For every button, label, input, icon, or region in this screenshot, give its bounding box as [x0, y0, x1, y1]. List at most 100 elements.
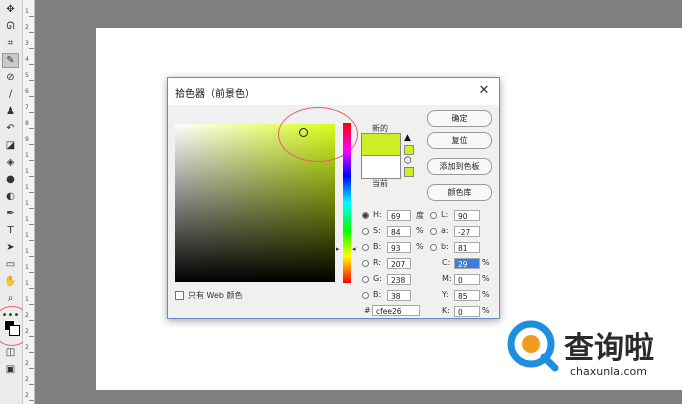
ruler-tick	[29, 240, 34, 241]
ok-button[interactable]: 确定	[427, 110, 492, 127]
ruler-number: 5	[25, 72, 29, 79]
blur-icon[interactable]: ●	[2, 172, 19, 187]
radio-b[interactable]	[362, 244, 369, 251]
y-input[interactable]: 85	[454, 290, 480, 301]
watermark-text: 查询啦	[564, 331, 654, 366]
radio-lab-b[interactable]	[430, 244, 437, 251]
r-input[interactable]: 207	[387, 258, 411, 269]
b-input[interactable]: 93	[387, 242, 411, 253]
h-unit: 度	[416, 211, 424, 220]
web-safe-icon[interactable]: ⬡	[404, 156, 412, 166]
eyedropper-icon[interactable]: ✎	[2, 53, 19, 68]
bucket-icon[interactable]: ◈	[2, 155, 19, 170]
move-icon[interactable]: ✥	[2, 2, 19, 17]
k-label: K:	[442, 306, 450, 315]
ruler-tick	[29, 80, 34, 81]
r-label: R:	[373, 258, 382, 267]
dialog-title: 拾色器（前景色）	[175, 89, 255, 100]
type-icon[interactable]: T	[2, 223, 19, 238]
ruler-tick	[29, 176, 34, 177]
ruler-tick	[29, 16, 34, 17]
web-safe-swatch[interactable]	[404, 167, 414, 177]
chaxunla-logo-icon	[507, 320, 559, 372]
gamut-swatch[interactable]	[404, 145, 414, 155]
zoom-icon[interactable]: ⌕	[2, 291, 19, 306]
radio-l[interactable]	[430, 212, 437, 219]
g-label: G:	[373, 274, 382, 283]
web-only-checkbox[interactable]	[175, 291, 184, 300]
radio-s[interactable]	[362, 228, 369, 235]
ruler-tick	[29, 144, 34, 145]
screen-mode-icon[interactable]: ▣	[2, 362, 19, 377]
ruler-tick	[29, 112, 34, 113]
reset-button[interactable]: 复位	[427, 132, 492, 149]
ruler-tick	[29, 96, 34, 97]
stamp-icon[interactable]: ♟	[2, 104, 19, 119]
radio-g[interactable]	[362, 276, 369, 283]
lasso-icon[interactable]: ᘏ	[2, 19, 19, 34]
lab-b-input[interactable]: 81	[454, 242, 480, 253]
l-input[interactable]: 90	[454, 210, 480, 221]
radio-rgb-b[interactable]	[362, 292, 369, 299]
ruler-number: 1	[25, 264, 29, 271]
radio-r[interactable]	[362, 260, 369, 267]
ruler-number: 3	[25, 40, 29, 47]
hand-icon[interactable]: ✋	[2, 274, 19, 289]
path-select-icon[interactable]: ➤	[2, 240, 19, 255]
ruler-number: 2	[25, 344, 29, 351]
radio-h[interactable]	[362, 212, 369, 219]
current-color-label: 当前	[372, 179, 388, 188]
k-unit: %	[482, 306, 490, 315]
lab-b-label: b:	[441, 242, 449, 251]
ruler-number: 9	[25, 136, 29, 143]
ruler-number: 2	[25, 360, 29, 367]
hex-label: #	[364, 306, 371, 315]
b-label: B:	[373, 242, 382, 251]
ruler-tick	[29, 272, 34, 273]
ruler-number: 7	[25, 104, 29, 111]
crop-icon[interactable]: ⌗	[2, 36, 19, 51]
b-unit: %	[416, 242, 424, 251]
color-field-cursor[interactable]	[299, 128, 308, 137]
s-input[interactable]: 84	[387, 226, 411, 237]
quick-mask-icon[interactable]: ◫	[2, 345, 19, 360]
m-input[interactable]: 0	[454, 274, 480, 285]
ruler-number: 2	[25, 24, 29, 31]
ruler-number: 4	[25, 56, 29, 63]
dodge-icon[interactable]: ◐	[2, 189, 19, 204]
healing-icon[interactable]: ⊘	[2, 70, 19, 85]
k-input[interactable]: 0	[454, 306, 480, 317]
color-libraries-button[interactable]: 颜色库	[427, 184, 492, 201]
a-input[interactable]: -27	[454, 226, 480, 237]
new-color-swatch	[361, 133, 401, 157]
ruler-number: 2	[25, 328, 29, 335]
add-to-swatches-button[interactable]: 添加到色板	[427, 158, 492, 175]
ruler-tick	[29, 320, 34, 321]
radio-a[interactable]	[430, 228, 437, 235]
hue-slider-right-arrow[interactable]: ◂	[352, 245, 356, 253]
brush-icon[interactable]: ∕	[2, 87, 19, 102]
pen-icon[interactable]: ✒	[2, 206, 19, 221]
c-input[interactable]: 29	[454, 258, 480, 269]
h-input[interactable]: 69	[387, 210, 411, 221]
hue-slider[interactable]	[343, 123, 351, 283]
shape-icon[interactable]: ▭	[2, 257, 19, 272]
close-icon[interactable]: ✕	[474, 81, 494, 101]
eraser-icon[interactable]: ◪	[2, 138, 19, 153]
color-picker-dialog: 拾色器（前景色） ✕ ▸ ◂ 新的 当前 ▲ ⬡ 确定 复位 添加到色板 颜色库…	[167, 77, 500, 319]
ruler-tick	[29, 256, 34, 257]
ruler-number: 2	[25, 392, 29, 399]
rgb-b-input[interactable]: 38	[387, 290, 411, 301]
g-input[interactable]: 238	[387, 274, 411, 285]
ruler-number: 1	[25, 152, 29, 159]
hue-slider-left-arrow[interactable]: ▸	[336, 245, 340, 253]
current-color-swatch[interactable]	[361, 155, 401, 179]
ruler-tick	[29, 64, 34, 65]
y-label: Y:	[442, 290, 449, 299]
history-brush-icon[interactable]: ↶	[2, 121, 19, 136]
gamut-warning-icon[interactable]: ▲	[404, 133, 411, 143]
hex-input[interactable]: cfee26	[372, 305, 420, 316]
a-label: a:	[441, 226, 449, 235]
dialog-titlebar: 拾色器（前景色） ✕	[168, 78, 499, 105]
vertical-ruler: 1 2 3 4 5 6 7 8 9 1 1 1 1 1 1 1 1 1 1 2 2 2 2 2 2	[23, 0, 35, 404]
